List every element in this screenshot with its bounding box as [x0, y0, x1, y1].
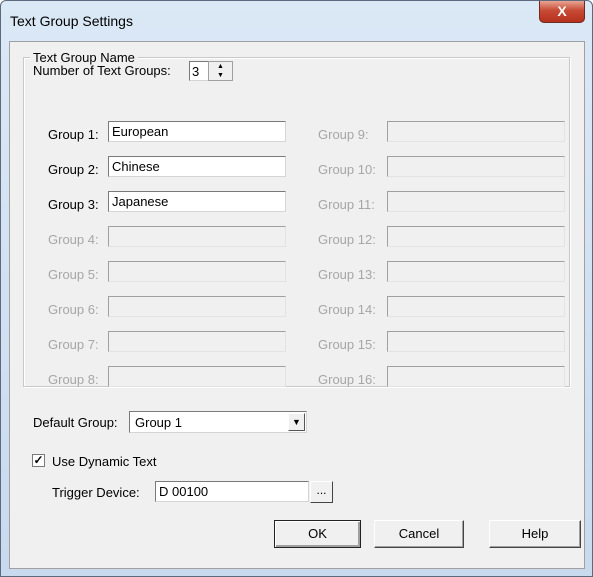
group-12-label: Group 12: — [318, 232, 376, 247]
trigger-device-input[interactable]: D 00100 — [155, 481, 309, 502]
group-11-input[interactable] — [387, 191, 565, 212]
group-8-input[interactable] — [108, 366, 286, 387]
ok-button[interactable]: OK — [274, 520, 361, 548]
group-7-input[interactable] — [108, 331, 286, 352]
group-8-label: Group 8: — [48, 372, 99, 387]
use-dynamic-text-checkbox[interactable]: ✓ — [32, 454, 45, 467]
group-1-label: Group 1: — [48, 127, 99, 142]
title-bar[interactable]: Text Group Settings X — [1, 1, 592, 41]
chevron-down-icon: ▼ — [292, 417, 301, 427]
group-4-input[interactable] — [108, 226, 286, 247]
group-12-input[interactable] — [387, 226, 565, 247]
close-button[interactable]: X — [539, 1, 585, 23]
group-4-label: Group 4: — [48, 232, 99, 247]
group-10-input[interactable] — [387, 156, 565, 177]
group-14-input[interactable] — [387, 296, 565, 317]
close-icon: X — [557, 3, 567, 19]
group-6-input[interactable] — [108, 296, 286, 317]
group-9-label: Group 9: — [318, 127, 369, 142]
group-6-label: Group 6: — [48, 302, 99, 317]
group-13-label: Group 13: — [318, 267, 376, 282]
help-button[interactable]: Help — [489, 520, 581, 548]
cancel-button[interactable]: Cancel — [374, 520, 464, 548]
default-group-label: Default Group: — [33, 415, 118, 430]
group-16-input[interactable] — [387, 366, 565, 387]
group-5-label: Group 5: — [48, 267, 99, 282]
dropdown-button[interactable]: ▼ — [288, 413, 305, 431]
group-14-label: Group 14: — [318, 302, 376, 317]
group-3-input[interactable]: Japanese — [108, 191, 286, 212]
group-5-input[interactable] — [108, 261, 286, 282]
trigger-device-label: Trigger Device: — [52, 485, 140, 500]
text-group-name-title: Text Group Name — [30, 50, 138, 65]
group-16-label: Group 16: — [318, 372, 376, 387]
default-group-select[interactable]: Group 1 ▼ — [129, 411, 307, 433]
use-dynamic-text-label: Use Dynamic Text — [52, 454, 157, 469]
browse-button[interactable]: ... — [310, 481, 333, 503]
checkmark-icon: ✓ — [33, 453, 44, 467]
group-11-label: Group 11: — [318, 197, 375, 212]
group-15-label: Group 15: — [318, 337, 376, 352]
window-title: Text Group Settings — [10, 13, 133, 29]
group-7-label: Group 7: — [48, 337, 99, 352]
group-3-label: Group 3: — [48, 197, 99, 212]
group-2-label: Group 2: — [48, 162, 99, 177]
group-13-input[interactable] — [387, 261, 565, 282]
group-15-input[interactable] — [387, 331, 565, 352]
browse-label: ... — [316, 483, 327, 497]
group-10-label: Group 10: — [318, 162, 376, 177]
group-9-input[interactable] — [387, 121, 565, 142]
default-group-value: Group 1 — [135, 415, 182, 430]
group-2-input[interactable]: Chinese — [108, 156, 286, 177]
group-1-input[interactable]: European — [108, 121, 286, 142]
